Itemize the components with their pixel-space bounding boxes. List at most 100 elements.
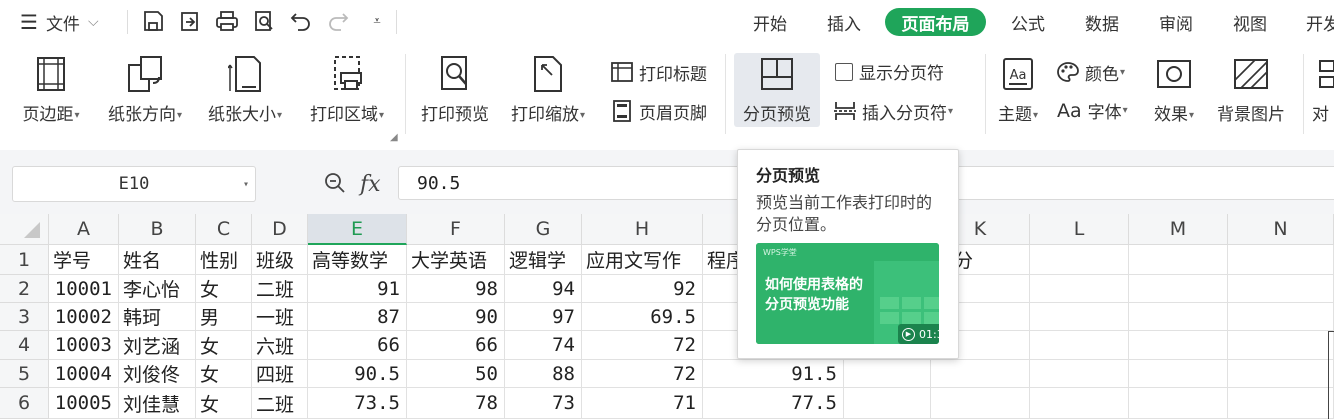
tutorial-video-thumbnail[interactable]: WPS学堂 如何使用表格的 分页预览功能 ▶ 01:37 [756, 243, 939, 344]
cell-n1[interactable] [1228, 245, 1334, 275]
cell-b1[interactable]: 姓名 [119, 245, 196, 275]
cell-c5[interactable]: 女 [196, 360, 252, 388]
name-box[interactable]: E10 ▾ [12, 166, 256, 202]
cell-j5[interactable] [844, 360, 931, 388]
cell-c1[interactable]: 性别 [196, 245, 252, 275]
cell-f5[interactable]: 50 [407, 360, 505, 388]
cell-e1[interactable]: 高等数学 [308, 245, 407, 275]
insert-page-break-button[interactable]: 插入分页符 ▾ [832, 98, 953, 124]
cell-d5[interactable]: 四班 [252, 360, 308, 388]
show-page-breaks-checkbox[interactable]: 显示分页符 [835, 59, 944, 84]
tab-developer[interactable]: 开发 [1294, 8, 1334, 36]
cell-m4[interactable] [1129, 331, 1228, 360]
cell-e3[interactable]: 87 [308, 303, 407, 331]
tab-view[interactable]: 视图 [1220, 8, 1280, 36]
print-area-button[interactable]: 打印区域▾ [302, 54, 392, 125]
column-header-l[interactable]: L [1030, 214, 1129, 245]
row-header-6[interactable]: 6 [0, 388, 49, 419]
background-image-button[interactable]: 背景图片 [1211, 54, 1291, 125]
cell-m2[interactable] [1129, 275, 1228, 303]
cell-b2[interactable]: 李心怡 [119, 275, 196, 303]
header-footer-button[interactable]: 页眉页脚 [609, 98, 707, 124]
cell-c6[interactable]: 女 [196, 388, 252, 419]
cell-l4[interactable] [1030, 331, 1129, 360]
column-header-b[interactable]: B [119, 214, 196, 245]
cell-l5[interactable] [1030, 360, 1129, 388]
cell-f6[interactable]: 78 [407, 388, 505, 419]
cell-e6[interactable]: 73.5 [308, 388, 407, 419]
undo-icon[interactable] [288, 8, 314, 34]
cell-e5[interactable]: 90.5 [308, 360, 407, 388]
row-header-5[interactable]: 5 [0, 360, 49, 388]
cell-h6[interactable]: 71 [582, 388, 703, 419]
cell-b6[interactable]: 刘佳慧 [119, 388, 196, 419]
cell-d1[interactable]: 班级 [252, 245, 308, 275]
file-menu[interactable]: ☰ 文件 ⌵ [20, 8, 99, 36]
cell-n5[interactable] [1228, 360, 1334, 388]
column-header-n[interactable]: N [1228, 214, 1334, 245]
cell-g5[interactable]: 88 [505, 360, 582, 388]
cell-b3[interactable]: 韩珂 [119, 303, 196, 331]
cell-l2[interactable] [1030, 275, 1129, 303]
print-icon[interactable] [214, 8, 240, 34]
cell-d4[interactable]: 六班 [252, 331, 308, 360]
cell-e2[interactable]: 91 [308, 275, 407, 303]
colors-button[interactable]: 颜色 ▾ [1055, 59, 1125, 85]
row-header-2[interactable]: 2 [0, 275, 49, 303]
select-all-corner[interactable] [0, 214, 49, 245]
cell-m6[interactable] [1129, 388, 1228, 419]
export-icon[interactable] [177, 8, 203, 34]
cell-n4[interactable] [1228, 331, 1334, 360]
redo-icon[interactable] [325, 8, 351, 34]
cell-b4[interactable]: 刘艺涵 [119, 331, 196, 360]
cell-a3[interactable]: 10002 [49, 303, 119, 331]
cell-g3[interactable]: 97 [505, 303, 582, 331]
cell-l6[interactable] [1030, 388, 1129, 419]
print-preview-button[interactable]: 打印预览 [417, 54, 493, 125]
cell-e4[interactable]: 66 [308, 331, 407, 360]
column-header-g[interactable]: G [505, 214, 582, 245]
cell-f1[interactable]: 大学英语 [407, 245, 505, 275]
cell-a5[interactable]: 10004 [49, 360, 119, 388]
cell-j6[interactable] [844, 388, 931, 419]
cell-l3[interactable] [1030, 303, 1129, 331]
zoom-icon[interactable] [322, 170, 348, 196]
cell-n3[interactable] [1228, 303, 1334, 331]
cell-h3[interactable]: 69.5 [582, 303, 703, 331]
cell-a1[interactable]: 学号 [49, 245, 119, 275]
cell-c4[interactable]: 女 [196, 331, 252, 360]
paper-size-button[interactable]: 纸张大小▾ [200, 54, 290, 125]
cell-a2[interactable]: 10001 [49, 275, 119, 303]
cell-m5[interactable] [1129, 360, 1228, 388]
cell-n6[interactable] [1228, 388, 1334, 419]
row-header-4[interactable]: 4 [0, 331, 49, 360]
column-header-e[interactable]: E [308, 214, 407, 245]
column-header-d[interactable]: D [252, 214, 308, 245]
effects-button[interactable]: 效果▾ [1143, 54, 1205, 125]
cell-d6[interactable]: 二班 [252, 388, 308, 419]
tab-data[interactable]: 数据 [1072, 8, 1132, 36]
cell-g6[interactable]: 73 [505, 388, 582, 419]
cell-n2[interactable] [1228, 275, 1334, 303]
cell-h5[interactable]: 72 [582, 360, 703, 388]
margins-button[interactable]: 页边距▾ [16, 54, 86, 125]
fx-icon[interactable]: fx [360, 170, 381, 198]
column-header-a[interactable]: A [49, 214, 119, 245]
print-scale-button[interactable]: 打印缩放▾ [504, 54, 592, 125]
column-header-m[interactable]: M [1129, 214, 1228, 245]
cell-l1[interactable] [1030, 245, 1129, 275]
tab-review[interactable]: 审阅 [1146, 8, 1206, 36]
tab-home[interactable]: 开始 [740, 8, 800, 36]
cell-a6[interactable]: 10005 [49, 388, 119, 419]
cell-f3[interactable]: 90 [407, 303, 505, 331]
align-button[interactable]: 对 [1312, 54, 1334, 125]
cell-m1[interactable] [1129, 245, 1228, 275]
cell-h1[interactable]: 应用文写作 [582, 245, 703, 275]
cell-g2[interactable]: 94 [505, 275, 582, 303]
theme-button[interactable]: Aa 主题▾ [990, 54, 1046, 125]
orientation-button[interactable]: 纸张方向▾ [100, 54, 190, 125]
customize-dropdown-icon[interactable]: ⩡ [364, 8, 390, 34]
cell-h4[interactable]: 72 [582, 331, 703, 360]
column-header-c[interactable]: C [196, 214, 252, 245]
cell-b5[interactable]: 刘俊佟 [119, 360, 196, 388]
